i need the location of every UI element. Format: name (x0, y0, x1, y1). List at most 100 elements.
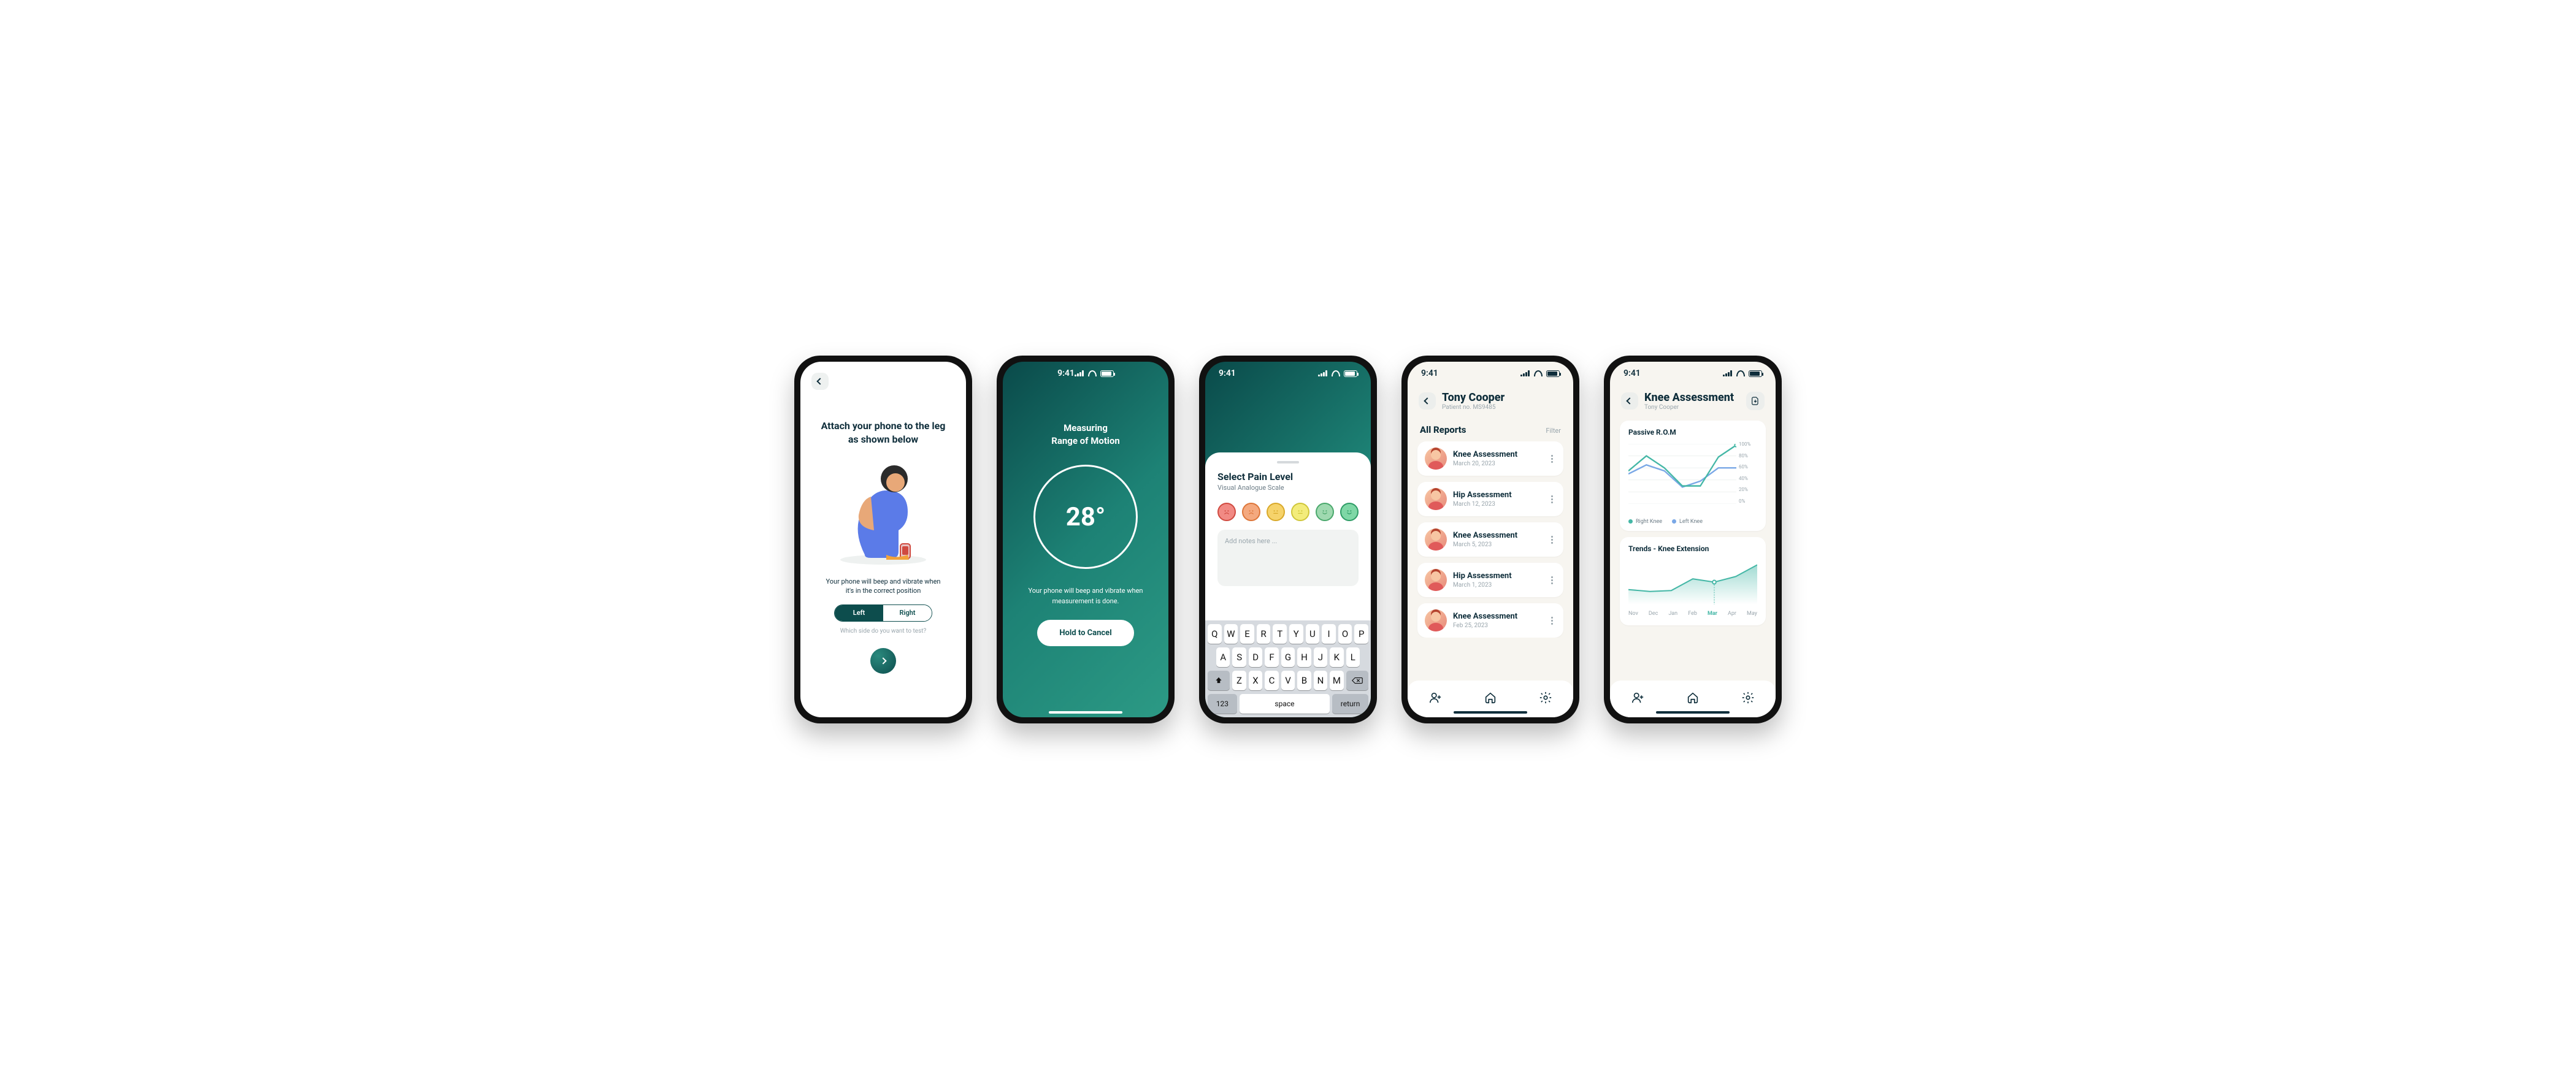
nav-home-icon[interactable] (1484, 691, 1497, 707)
shift-key[interactable] (1208, 671, 1230, 690)
battery-icon (1749, 370, 1762, 377)
key-b[interactable]: B (1297, 671, 1311, 690)
sheet-grabber[interactable] (1277, 461, 1299, 463)
status-time: 9:41 (1219, 368, 1236, 378)
key-d[interactable]: D (1249, 647, 1262, 667)
report-date: March 1, 2023 (1453, 582, 1541, 589)
pain-title: Select Pain Level (1217, 471, 1359, 482)
battery-icon (1546, 370, 1560, 377)
more-icon[interactable] (1547, 495, 1556, 503)
seg-right[interactable]: Right (883, 605, 932, 621)
more-icon[interactable] (1547, 576, 1556, 584)
report-item[interactable]: Hip Assessment March 12, 2023 (1417, 482, 1563, 516)
filter-button[interactable]: Filter (1546, 427, 1561, 435)
key-g[interactable]: G (1281, 647, 1295, 667)
space-key[interactable]: space (1240, 694, 1330, 714)
report-date: Feb 25, 2023 (1453, 622, 1541, 629)
report-item[interactable]: Knee Assessment March 5, 2023 (1417, 522, 1563, 557)
more-icon[interactable] (1547, 617, 1556, 625)
nav-settings-icon[interactable] (1741, 691, 1755, 707)
status-time: 9:41 (1421, 368, 1438, 378)
month-label[interactable]: Jan (1668, 611, 1677, 617)
avatar-icon (1425, 488, 1447, 510)
side-segmented[interactable]: Left Right (834, 604, 932, 622)
nav-settings-icon[interactable] (1539, 691, 1552, 707)
pain-face-3[interactable] (1267, 503, 1285, 521)
key-a[interactable]: A (1216, 647, 1230, 667)
more-icon[interactable] (1547, 455, 1556, 463)
status-bar: 9:41 (1205, 362, 1371, 385)
status-time: 9:41 (1057, 368, 1075, 378)
legend-left: Left Knee (1672, 519, 1703, 525)
hold-cancel-button[interactable]: Hold to Cancel (1037, 620, 1133, 646)
assessment-title: Knee Assessment (1644, 391, 1734, 404)
key-v[interactable]: V (1281, 671, 1295, 690)
key-q[interactable]: Q (1208, 624, 1222, 644)
key-i[interactable]: I (1322, 624, 1336, 644)
nav-home-icon[interactable] (1686, 691, 1700, 707)
phone-measuring: 9:41 Measuring Range of Motion 28° Your … (997, 356, 1175, 723)
key-n[interactable]: N (1314, 671, 1327, 690)
avatar-icon (1425, 609, 1447, 631)
key-t[interactable]: T (1273, 624, 1287, 644)
key-f[interactable]: F (1265, 647, 1278, 667)
key-h[interactable]: H (1297, 647, 1311, 667)
chart-trends: Trends - Knee Extension Nov Dec Jan Feb Mar A… (1620, 537, 1766, 625)
key-o[interactable]: O (1338, 624, 1352, 644)
back-button[interactable] (1621, 392, 1638, 410)
key-k[interactable]: K (1330, 647, 1343, 667)
back-button[interactable] (1419, 392, 1436, 410)
more-icon[interactable] (1547, 536, 1556, 544)
backspace-key[interactable] (1346, 671, 1368, 690)
report-date: March 5, 2023 (1453, 541, 1541, 548)
notes-input[interactable]: Add notes here ... (1217, 530, 1359, 586)
key-u[interactable]: U (1306, 624, 1320, 644)
status-bar: 9:41 (1408, 362, 1573, 385)
chart2-title: Trends - Knee Extension (1628, 544, 1757, 553)
report-item[interactable]: Knee Assessment March 20, 2023 (1417, 441, 1563, 476)
back-button[interactable] (811, 373, 829, 390)
month-label[interactable]: Feb (1688, 611, 1697, 617)
report-item[interactable]: Hip Assessment March 1, 2023 (1417, 563, 1563, 597)
key-c[interactable]: C (1265, 671, 1278, 690)
key-j[interactable]: J (1314, 647, 1327, 667)
key-p[interactable]: P (1354, 624, 1368, 644)
month-label[interactable]: Apr (1728, 611, 1736, 617)
pain-face-5[interactable] (1316, 503, 1334, 521)
pain-face-2[interactable] (1242, 503, 1260, 521)
month-label[interactable]: May (1747, 611, 1757, 617)
avatar-icon (1425, 448, 1447, 470)
avatar-icon (1425, 528, 1447, 551)
nav-add-user-icon[interactable] (1428, 691, 1442, 707)
key-l[interactable]: L (1346, 647, 1360, 667)
pain-face-4[interactable] (1291, 503, 1309, 521)
report-item[interactable]: Knee Assessment Feb 25, 2023 (1417, 603, 1563, 638)
key-z[interactable]: Z (1232, 671, 1246, 690)
seg-left[interactable]: Left (835, 605, 883, 621)
key-m[interactable]: M (1330, 671, 1343, 690)
key-r[interactable]: R (1257, 624, 1271, 644)
report-date: March 20, 2023 (1453, 460, 1541, 467)
attach-illustration (828, 457, 938, 567)
pain-subtitle: Visual Analogue Scale (1217, 484, 1359, 492)
status-bar: 9:41 (1044, 362, 1127, 385)
pain-face-1[interactable] (1217, 503, 1236, 521)
home-indicator (1454, 711, 1527, 714)
key-e[interactable]: E (1240, 624, 1254, 644)
nav-add-user-icon[interactable] (1631, 691, 1644, 707)
key-y[interactable]: Y (1289, 624, 1303, 644)
123-key[interactable]: 123 (1208, 694, 1237, 714)
key-w[interactable]: W (1224, 624, 1238, 644)
return-key[interactable]: return (1332, 694, 1368, 714)
home-indicator (1049, 711, 1122, 714)
next-button[interactable] (870, 648, 896, 674)
month-label[interactable]: Nov (1628, 611, 1638, 617)
month-label[interactable]: Dec (1649, 611, 1658, 617)
key-s[interactable]: S (1232, 647, 1246, 667)
home-indicator (1656, 711, 1730, 714)
key-x[interactable]: X (1249, 671, 1262, 690)
pain-face-6[interactable] (1340, 503, 1359, 521)
month-label[interactable]: Mar (1708, 611, 1717, 617)
status-time: 9:41 (1623, 368, 1641, 378)
download-button[interactable] (1746, 392, 1765, 410)
